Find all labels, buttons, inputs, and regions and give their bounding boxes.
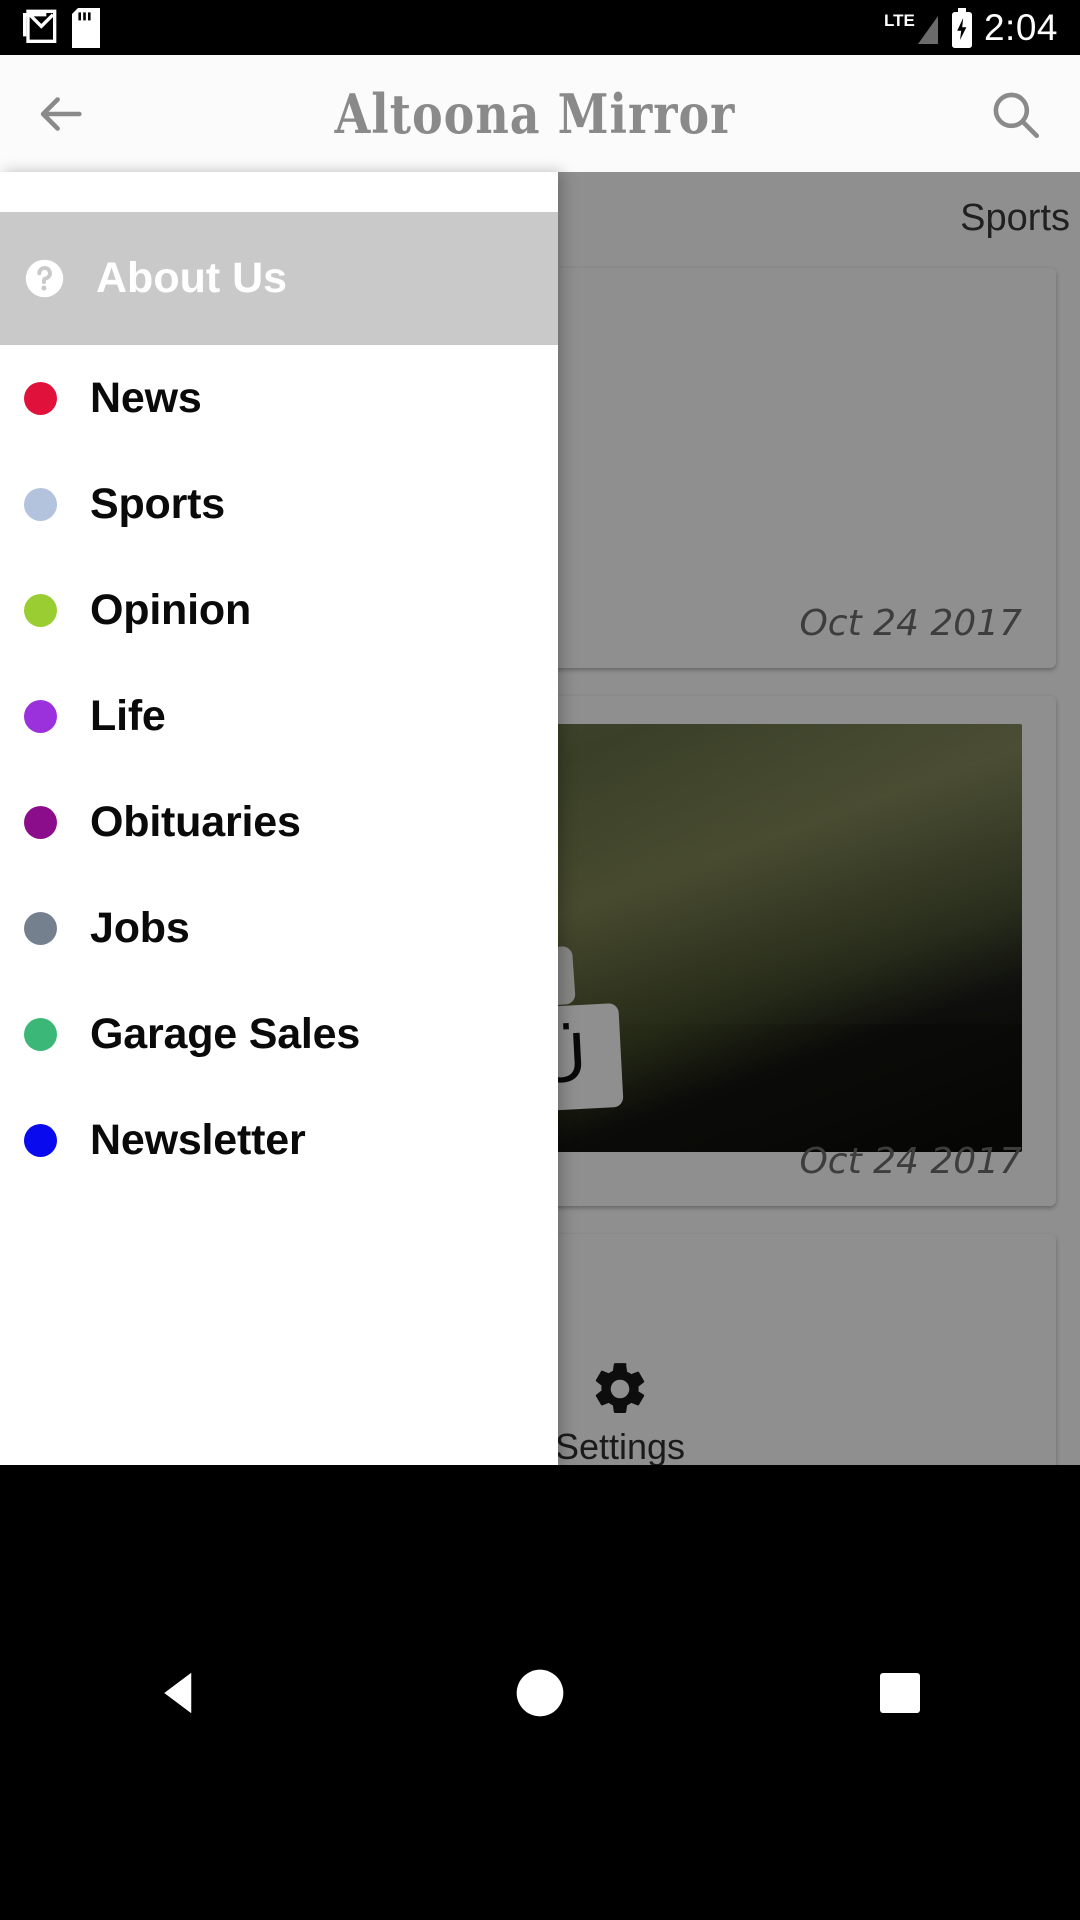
square-icon: [880, 1672, 920, 1713]
back-arrow-icon: [40, 96, 82, 131]
navigation-drawer[interactable]: About Us News Sports Opinion Life Obitua…: [0, 172, 558, 1465]
drawer-item-life[interactable]: Life: [0, 663, 558, 769]
nav-recents-button[interactable]: [800, 1669, 1000, 1717]
drawer-item-news[interactable]: News: [0, 345, 558, 451]
page-title: Altoona Mirror: [334, 81, 736, 146]
category-color-dot: [24, 593, 57, 627]
status-bar-system-icons: LTE 2:04: [884, 7, 1080, 48]
article-date: Oct 24 2017: [799, 1141, 1022, 1182]
drawer-item-opinion[interactable]: Opinion: [0, 557, 558, 663]
drawer-item-label: Life: [90, 691, 166, 740]
drawer-item-label: Sports: [90, 479, 225, 528]
drawer-item-jobs[interactable]: Jobs: [0, 875, 558, 981]
drawer-item-label: About Us: [96, 254, 288, 302]
status-bar-clock: 2:04: [983, 7, 1058, 48]
category-color-dot: [24, 487, 57, 521]
drawer-item-label: Opinion: [90, 585, 252, 634]
app-bar: Altoona Mirror: [0, 55, 1080, 172]
settings-label: Settings: [554, 1426, 686, 1467]
back-button[interactable]: [0, 85, 120, 143]
status-bar-notification-icons: [0, 7, 100, 48]
gmail-icon: [23, 9, 57, 43]
sd-card-icon: [72, 7, 100, 48]
drawer-item-label: Garage Sales: [90, 1009, 361, 1058]
search-button[interactable]: [950, 85, 1080, 143]
category-color-dot: [24, 1017, 57, 1051]
phone-screen: LTE 2:04 Altoona Mirror Sports Oct 24 20…: [0, 0, 1080, 1920]
drawer-item-label: Newsletter: [90, 1115, 306, 1164]
category-color-dot: [24, 699, 57, 733]
nav-back-button[interactable]: [80, 1666, 280, 1720]
drawer-item-sports[interactable]: Sports: [0, 451, 558, 557]
triangle-left-icon: [164, 1672, 192, 1713]
drawer-item-label: News: [90, 373, 202, 422]
drawer-item-about-us[interactable]: About Us: [0, 212, 558, 345]
drawer-item-garage-sales[interactable]: Garage Sales: [0, 981, 558, 1087]
search-icon: [993, 92, 1040, 138]
drawer-item-label: Obituaries: [90, 797, 301, 846]
drawer-item-label: Jobs: [90, 903, 190, 952]
tab-sports[interactable]: Sports: [960, 197, 1070, 240]
circle-icon: [516, 1669, 564, 1716]
gear-icon: [595, 1363, 645, 1413]
nav-home-button[interactable]: [440, 1665, 640, 1721]
help-circle-icon: [25, 259, 64, 298]
status-bar: LTE 2:04: [0, 0, 1080, 55]
category-color-dot: [24, 911, 57, 945]
article-date: Oct 24 2017: [799, 603, 1022, 644]
system-navigation-bar: [0, 1465, 1080, 1920]
lte-signal-icon: LTE: [884, 11, 938, 44]
battery-charging-icon: [951, 7, 972, 48]
drawer-menu-list[interactable]: News Sports Opinion Life Obituaries Jobs: [0, 345, 558, 1193]
svg-text:LTE: LTE: [884, 11, 915, 30]
category-color-dot: [24, 381, 57, 415]
category-color-dot: [24, 1123, 57, 1157]
drawer-item-newsletter[interactable]: Newsletter: [0, 1087, 558, 1193]
category-color-dot: [24, 805, 57, 839]
drawer-item-obituaries[interactable]: Obituaries: [0, 769, 558, 875]
